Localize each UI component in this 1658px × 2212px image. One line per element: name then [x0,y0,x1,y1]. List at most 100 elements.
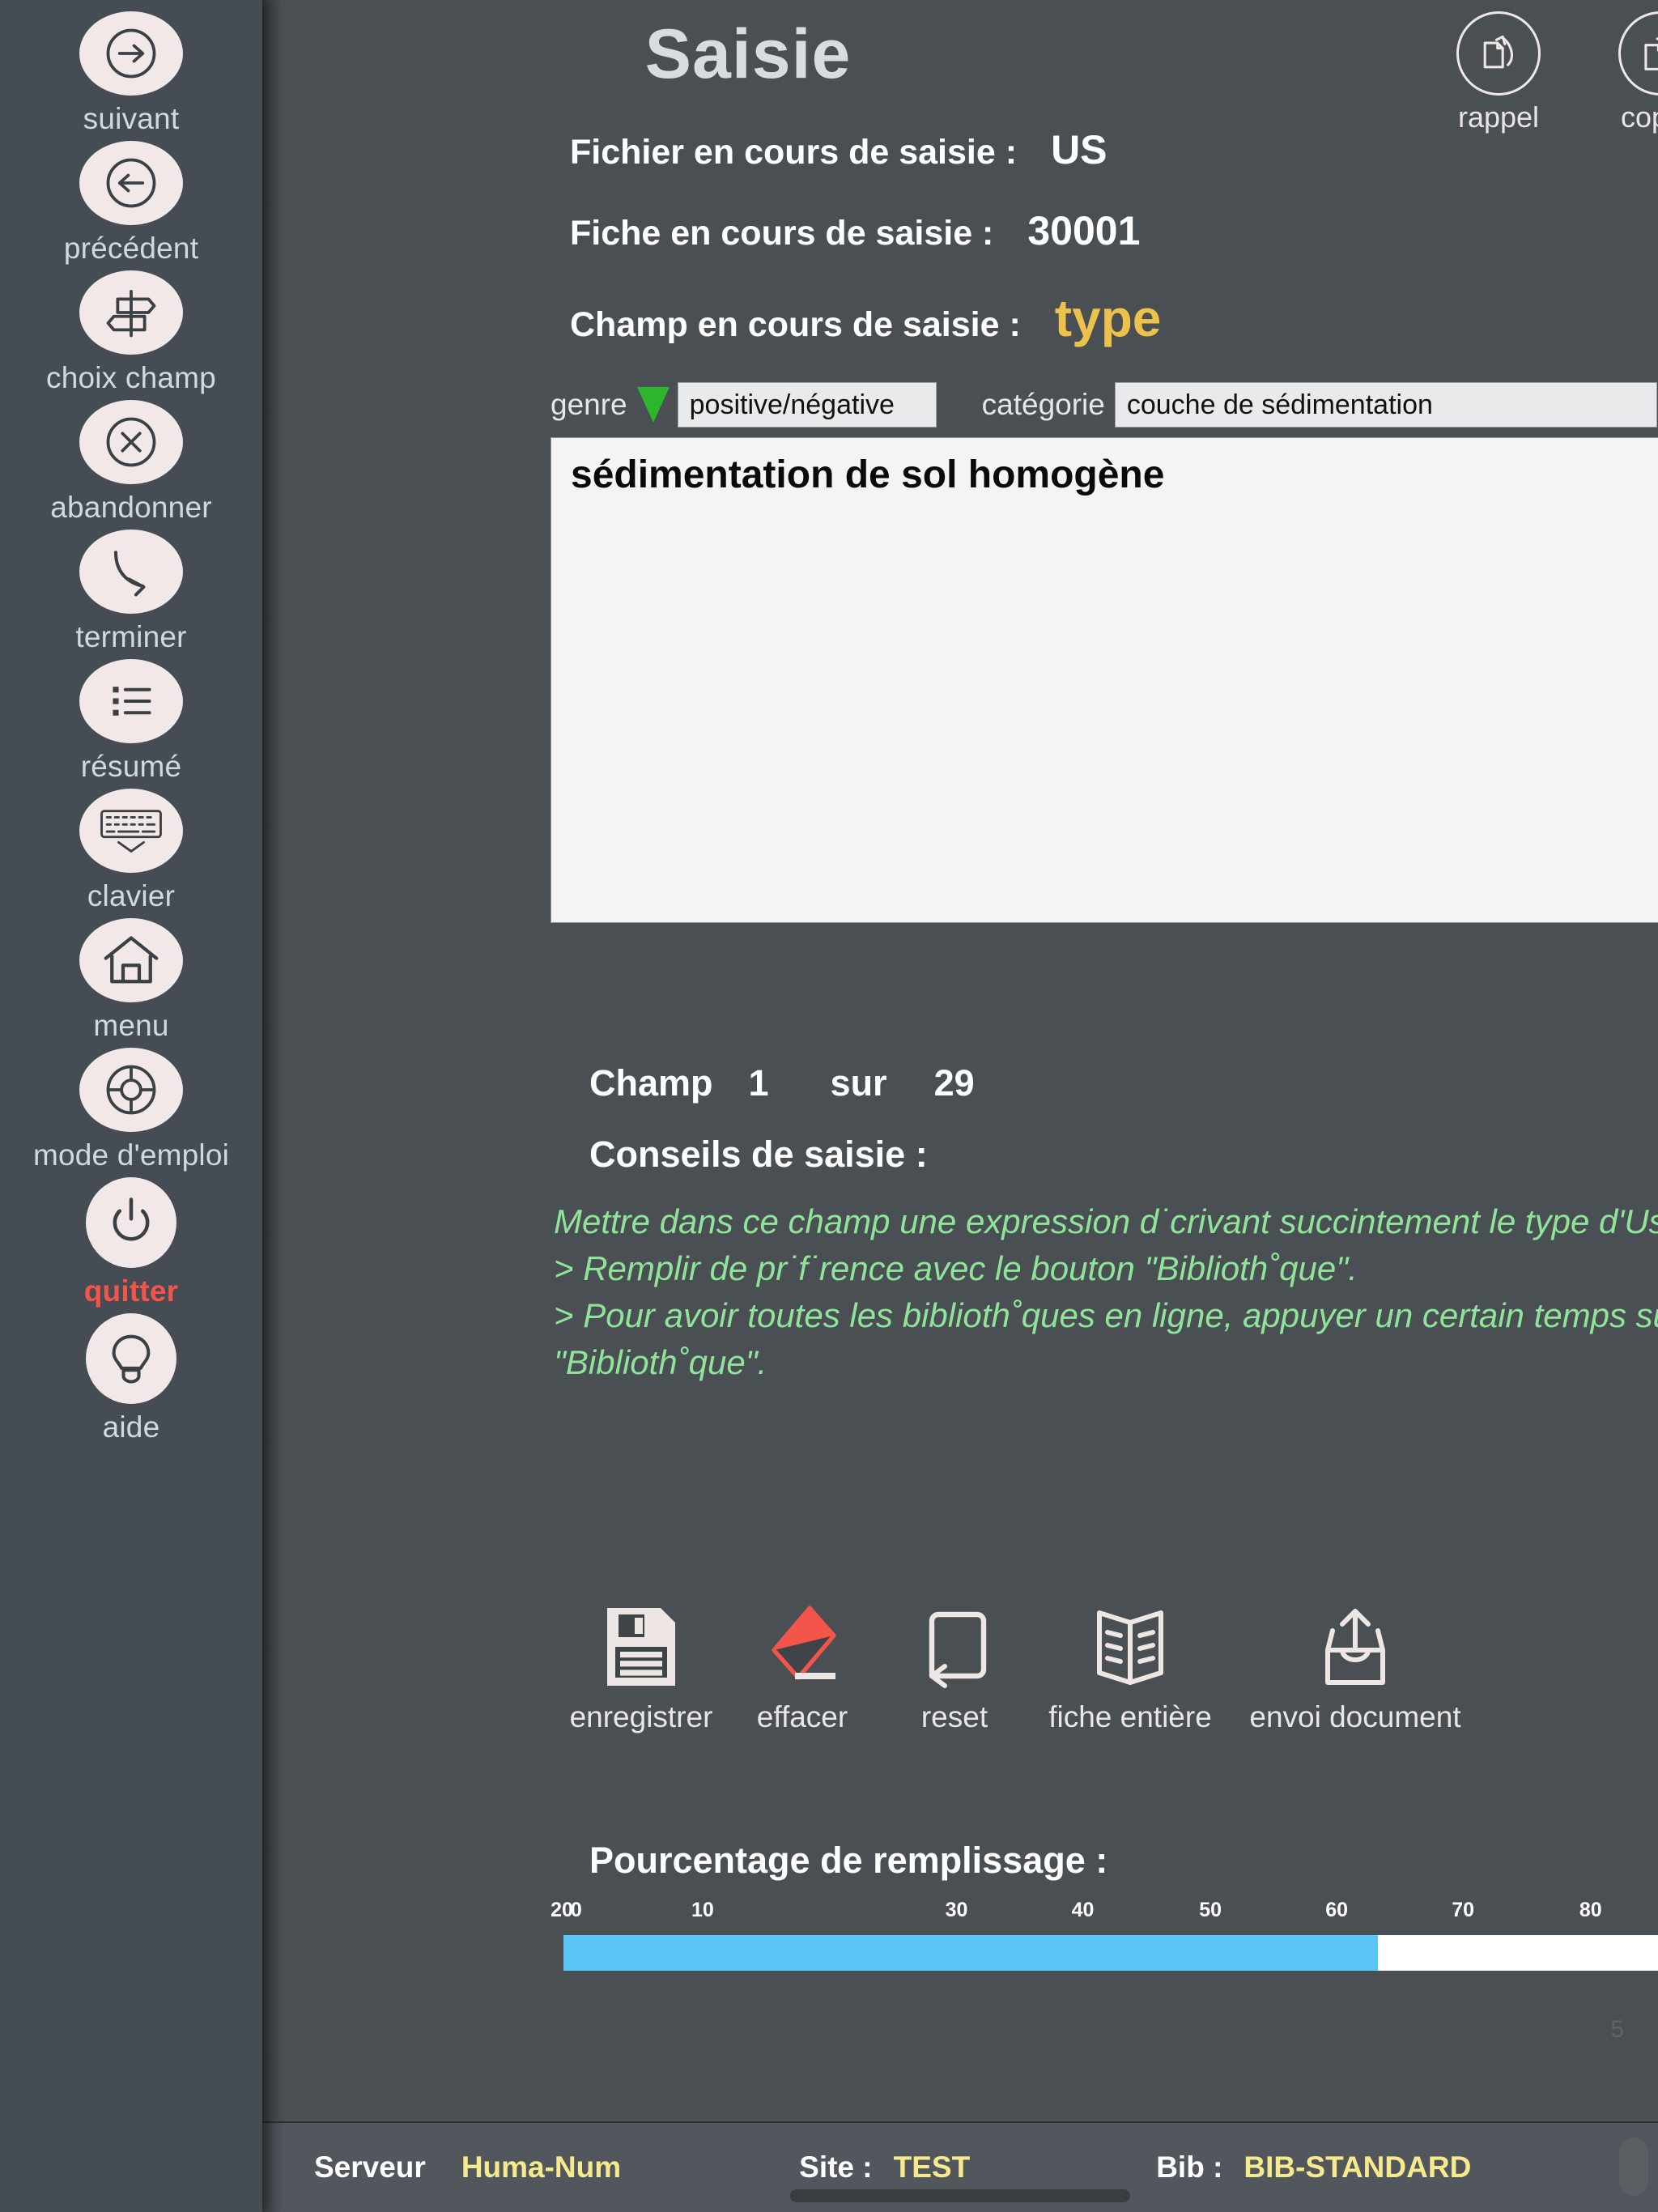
status-bar: Serveur Huma-Num Site : TEST Bib : BIB-S… [262,2121,1658,2212]
effacer-label: effacer [756,1700,848,1733]
header-value-fiche: 30001 [1027,208,1141,253]
reset-label: reset [920,1700,988,1733]
dropdown-caret-icon[interactable] [636,387,670,423]
sidebar-item-resume[interactable]: résumé [0,659,262,784]
main-panel: Saisie Fichier en cours de saisie : US F… [262,0,1658,2212]
categorie-label: catégorie [981,388,1105,421]
header-label: Fiche en cours de saisie : [570,214,994,253]
serveur-value: Huma-Num [461,2150,622,2184]
bib-value: BIB-STANDARD [1244,2150,1472,2184]
sidebar-item-choix-champ[interactable]: choix champ [0,270,262,395]
arrow-right-circle-icon [79,11,183,96]
header-label: Fichier en cours de saisie : [570,133,1018,172]
x-circle-icon [79,400,183,484]
sidebar-item-clavier[interactable]: clavier [0,789,262,913]
header-label: Champ en cours de saisie : [570,305,1021,344]
page-title: Saisie [644,15,852,93]
sidebar-item-precedent[interactable]: précédent [0,141,262,266]
reset-button[interactable]: reset [878,1595,1031,1734]
sidebar-item-menu[interactable]: menu [0,918,262,1043]
tick-label: 70 [1452,1899,1475,1921]
keyboard-icon [79,789,183,873]
rappel-button[interactable]: rappel [1426,11,1571,134]
floppy-disk-icon [599,1595,683,1692]
curved-arrow-down-icon [79,530,183,614]
sidebar-item-aide[interactable]: aide [0,1313,262,1444]
fiche-entiere-label: fiche entière [1048,1700,1212,1733]
sidebar: suivant précédent choix champ abandonner… [0,0,262,2212]
tick-label: 60 [1325,1899,1349,1921]
sidebar-item-terminer[interactable]: terminer [0,530,262,654]
help-text: Mettre dans ce champ une expression d˙cr… [554,1198,1658,1386]
tick-label: 50 [1199,1899,1222,1921]
tick-label: 30 [945,1899,968,1921]
page-number: 5 [1610,2016,1624,2043]
effacer-button[interactable]: effacer [725,1595,879,1734]
progress-fill [563,1935,1378,1971]
champ-current: 1 [748,1062,769,1104]
signpost-icon [79,270,183,355]
serveur-label: Serveur [314,2150,426,2184]
genre-label: genre [551,388,627,421]
open-book-icon [1088,1595,1172,1692]
progress-bar [563,1935,1658,1971]
tick-label: 40 [1071,1899,1095,1921]
tick-label: 10 [691,1899,714,1921]
sur-label: sur [830,1062,887,1104]
sidebar-label: clavier [87,879,176,912]
arrow-left-circle-icon [79,141,183,225]
champ-label: Champ [589,1062,713,1104]
home-indicator[interactable] [790,2189,1130,2202]
envoi-document-button[interactable]: envoi document [1234,1595,1477,1734]
sidebar-item-quitter[interactable]: quitter [0,1177,262,1308]
fiche-entiere-button[interactable]: fiche entière [1025,1595,1235,1734]
home-icon [79,918,183,1002]
tick-label: 80 [1579,1899,1602,1921]
sidebar-item-suivant[interactable]: suivant [0,11,262,136]
upload-tray-icon [1313,1595,1397,1692]
sidebar-label: mode d'emploi [32,1138,230,1172]
site-label: Site : [799,2150,873,2184]
header-value-champ: type [1054,289,1162,347]
power-icon [86,1177,176,1268]
sidebar-label: précédent [63,232,199,265]
lightbulb-icon [86,1313,176,1404]
list-icon [79,659,183,743]
field-value-textarea[interactable]: sédimentation de sol homogène [551,437,1658,923]
bib-label: Bib : [1156,2150,1223,2184]
sidebar-label: suivant [83,102,180,135]
conseils-title: Conseils de saisie : [589,1134,928,1175]
progress-title: Pourcentage de remplissage : [589,1840,1108,1881]
sidebar-label: quitter [83,1274,179,1308]
app-root: suivant précédent choix champ abandonner… [0,0,1658,2212]
aide-internet-button[interactable]: aide Internet [1637,1587,1658,1726]
sidebar-label: abandonner [50,491,212,524]
sidebar-label: résumé [80,750,182,783]
sidebar-item-abandonner[interactable]: abandonner [0,400,262,525]
sidebar-label: choix champ [46,361,216,394]
header-row-fichier: Fichier en cours de saisie : US [570,126,1107,173]
site-value: TEST [893,2150,971,2184]
champ-total: 29 [933,1062,975,1104]
eraser-icon [759,1595,845,1692]
lifebuoy-icon [79,1048,183,1132]
help-line: > Pour avoir toutes les biblioth˚ques en… [554,1295,1658,1381]
meta-row: genre positive/négative catégorie couche… [551,382,1657,428]
copy-icon [1618,11,1658,96]
categorie-input[interactable]: couche de sédimentation [1114,382,1657,428]
header-row-champ: Champ en cours de saisie : type [570,288,1161,348]
genre-input[interactable]: positive/négative [677,382,937,428]
help-line: Mettre dans ce champ une expression d˙cr… [554,1202,1658,1240]
sidebar-item-mode-emploi[interactable]: mode d'emploi [0,1048,262,1172]
header-row-fiche: Fiche en cours de saisie : 30001 [570,207,1140,254]
enregistrer-label: enregistrer [569,1700,713,1733]
header-value-fichier: US [1051,127,1107,172]
sidebar-label: aide [102,1410,160,1444]
sidebar-label: terminer [75,620,187,653]
status-indicator [1619,2138,1648,2196]
sidebar-label: menu [93,1009,169,1042]
copier-button[interactable]: copier [1588,11,1658,134]
field-counter: Champ 1 sur 29 [589,1062,975,1104]
enregistrer-button[interactable]: enregistrer [560,1595,722,1734]
reset-arrow-icon [912,1595,997,1692]
